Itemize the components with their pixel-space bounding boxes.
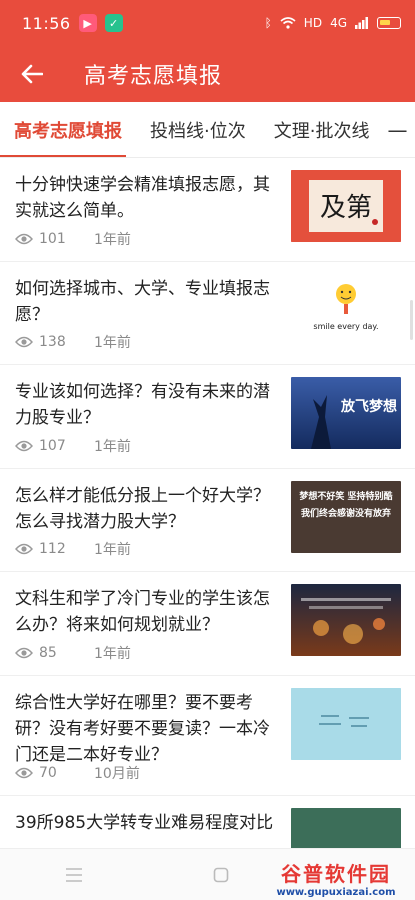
article-thumbnail [291, 687, 401, 760]
eye-icon [15, 767, 33, 779]
article-meta: 112 1年前 [15, 539, 131, 559]
bluetooth-icon: ᛒ [264, 16, 272, 30]
view-count: 107 [39, 437, 66, 454]
article-thumbnail: 放飞梦想 [291, 377, 401, 449]
status-bar: 11:56 ▶ ✓ ᛒ HD 4G [0, 0, 415, 46]
signal-icon [355, 17, 368, 29]
watermark-title: 谷普软件园 [281, 862, 391, 886]
signal-label: 4G [330, 16, 347, 30]
view-count: 112 [39, 541, 66, 557]
list-item[interactable]: 39所985大学转专业难易程度对比 [0, 796, 415, 848]
network-label: HD [303, 16, 323, 30]
article-meta: 138 1年前 [15, 332, 131, 352]
article-meta: 101 1年前 [15, 229, 131, 249]
battery-icon [377, 17, 401, 29]
page-title: 高考志愿填报 [84, 64, 223, 89]
article-title: 综合性大学好在哪里？要不要考研？没有考好要不要复读？一本冷门还是二本好专业？ [15, 692, 270, 765]
wifi-icon [280, 17, 296, 29]
eye-icon [15, 336, 33, 348]
scrollbar[interactable] [410, 300, 413, 340]
post-time: 1年前 [94, 231, 131, 248]
tab-bar: 高考志愿填报 投档线·位次 文理·批次线 — [0, 102, 415, 158]
article-meta: 107 1年前 [15, 436, 131, 456]
view-count: 138 [39, 334, 66, 350]
article-title: 十分钟快速学会精准填报志愿，其实就这么简单。 [15, 175, 270, 221]
menu-button[interactable] [54, 855, 94, 895]
square-icon [213, 867, 229, 882]
list-item[interactable]: 怎么样才能低分报上一个好大学？怎么寻找潜力股大学？ 112 1年前 梦想不好笑 … [0, 469, 415, 572]
watermark-logo: 谷普软件园 www.gupuxiazai.com [261, 856, 411, 900]
eye-icon [15, 233, 33, 245]
article-title: 专业该如何选择？有没有未来的潜力股专业？ [15, 382, 270, 428]
arrow-left-icon [21, 64, 43, 84]
tab-more[interactable]: — [383, 118, 407, 142]
post-time: 1年前 [94, 645, 131, 662]
thumb-text: 放飞梦想 [340, 398, 397, 415]
view-count: 85 [39, 644, 57, 661]
status-left: 11:56 ▶ ✓ [22, 14, 123, 33]
view-count: 70 [39, 764, 57, 781]
post-time: 1年前 [94, 542, 131, 558]
article-title: 39所985大学转专业难易程度对比 [15, 812, 274, 833]
home-button[interactable] [201, 855, 241, 895]
list-item[interactable]: 如何选择城市、大学、专业填报志愿？ 138 1年前 smile every da… [0, 262, 415, 365]
back-button[interactable] [0, 46, 64, 102]
tab-volunteer-filling[interactable]: 高考志愿填报 [0, 102, 136, 157]
watermark-url: www.gupuxiazai.com [276, 887, 396, 898]
list-item[interactable]: 综合性大学好在哪里？要不要考研？没有考好要不要复读？一本冷门还是二本好专业？ 7… [0, 676, 415, 796]
post-time: 1年前 [94, 438, 131, 455]
post-time: 10月前 [94, 765, 140, 782]
article-meta: 70 10月前 [15, 763, 140, 783]
eye-icon [15, 647, 33, 659]
status-right: ᛒ HD 4G [265, 16, 401, 30]
article-list: 十分钟快速学会精准填报志愿，其实就这么简单。 101 1年前 及第 如何选择城市… [0, 158, 415, 848]
status-time: 11:56 [22, 13, 71, 33]
article-thumbnail: 梦想不好笑 坚持特别酷 我们终会感谢没有放弃 [291, 480, 401, 553]
thumb-text: 梦想不好笑 坚持特别酷 我们终会感谢没有放弃 [299, 491, 393, 519]
list-item[interactable]: 专业该如何选择？有没有未来的潜力股专业？ 107 1年前 放飞梦想 [0, 365, 415, 469]
article-title: 文科生和学了冷门专业的学生该怎么办？将来如何规划就业？ [15, 589, 270, 635]
eye-icon [15, 543, 33, 555]
article-title: 怎么样才能低分报上一个好大学？怎么寻找潜力股大学？ [15, 485, 270, 532]
article-title: 如何选择城市、大学、专业填报志愿？ [15, 278, 270, 325]
article-thumbnail: 及第 [291, 170, 401, 242]
list-item[interactable]: 十分钟快速学会精准填报志愿，其实就这么简单。 101 1年前 及第 [0, 158, 415, 262]
tab-admission-line[interactable]: 投档线·位次 [136, 102, 260, 157]
article-thumbnail: smile every day. [291, 273, 401, 346]
thumb-text: smile every day. [313, 322, 378, 331]
article-meta: 85 1年前 [15, 643, 131, 663]
thumb-text: 及第 [320, 193, 372, 223]
menu-icon [65, 867, 82, 882]
view-count: 101 [39, 230, 66, 247]
app-notification-icon: ▶ [78, 14, 97, 32]
post-time: 1年前 [94, 335, 131, 351]
article-thumbnail [291, 584, 401, 656]
app-header: 高考志愿填报 [0, 46, 415, 102]
article-thumbnail [291, 807, 401, 848]
eye-icon [15, 440, 33, 452]
app-notification-icon: ✓ [104, 14, 123, 32]
tab-batch-line[interactable]: 文理·批次线 [260, 102, 384, 157]
list-item[interactable]: 文科生和学了冷门专业的学生该怎么办？将来如何规划就业？ 85 1年前 [0, 572, 415, 676]
